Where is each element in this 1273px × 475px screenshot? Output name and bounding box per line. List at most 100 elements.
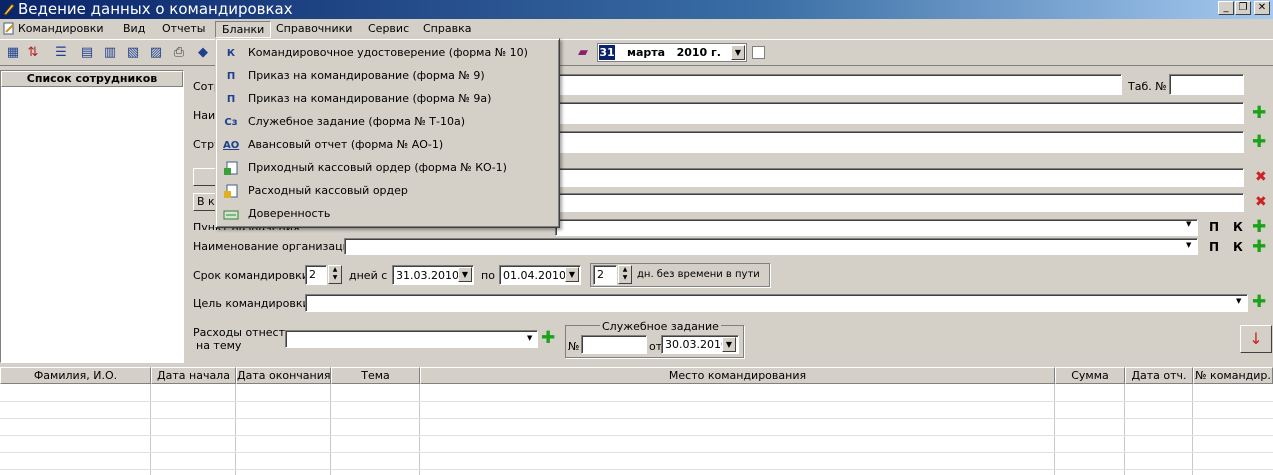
form-k-icon: К [226,48,236,59]
menu-vid[interactable]: Вид [117,21,151,38]
date-from-dropdown-icon[interactable]: ▼ [458,267,472,282]
tag-icon[interactable]: ◆ [194,44,212,62]
menu-item-travel-certificate[interactable]: К Командировочное удостоверение (форма №… [219,42,557,65]
destination-dropdown-icon[interactable]: ▼ [1186,220,1191,228]
menu-item-service-task[interactable]: Сз Служебное задание (форма № Т-10а) [219,111,557,134]
col-header-report-date[interactable]: Дата отч. [1125,367,1193,384]
org-label: Наименование организации [193,240,357,253]
menu-servis[interactable]: Сервис [362,21,415,38]
add-org-icon[interactable]: ✚ [1252,239,1266,256]
task-date-dropdown-icon[interactable]: ▼ [722,337,736,352]
destination-p-button[interactable]: П [1209,220,1219,234]
add-destination-icon[interactable]: ✚ [1252,219,1266,236]
menu-spravka[interactable]: Справка [417,21,477,38]
destination-k-button[interactable]: К [1233,220,1243,234]
date-to-dropdown-icon[interactable]: ▼ [565,267,579,282]
menu-item-label: Расходный кассовый ордер [248,184,408,197]
date-picker[interactable]: 31 марта 2010 г. ▼ [597,43,747,62]
grid-column [1125,384,1193,475]
menu-item-advance-report[interactable]: АО Авансовый отчет (форма № АО-1) [219,134,557,157]
grid-column [331,384,420,475]
menu-bar: Командировки Вид Отчеты Бланки Справочни… [0,19,1273,39]
grid-column [151,384,236,475]
col-header-start[interactable]: Дата начала [151,367,236,384]
col-header-trip-no[interactable]: № командир. [1193,367,1273,384]
expense-theme-field[interactable] [285,330,538,348]
org-k-button[interactable]: К [1233,240,1243,254]
print-icon[interactable]: ⎙ [170,44,188,62]
expense-label-1: Расходы отнести [193,326,293,339]
add-name-icon[interactable]: ✚ [1252,105,1266,122]
menu-item-order-9a[interactable]: П Приказ на командирование (форма № 9а) [219,88,557,111]
add-purpose-icon[interactable]: ✚ [1252,294,1266,311]
delete-icon-2[interactable]: ✖ [1255,195,1267,209]
duration-stepper[interactable]: ▲ ▼ [328,265,342,284]
destination-field[interactable] [555,219,1198,236]
days-no-travel-stepper[interactable]: ▲ ▼ [618,265,632,284]
task-no-label: № [568,340,580,353]
menu-item-receipt-order[interactable]: Приходный кассовый ордер (форма № КО-1) [219,157,557,180]
structure-field[interactable] [555,131,1244,153]
col-header-place[interactable]: Место командирования [420,367,1055,384]
menu-item-order-9[interactable]: П Приказ на командирование (форма № 9) [219,65,557,88]
duration-days-field[interactable]: 2 [305,265,327,285]
org-p-button[interactable]: П [1209,240,1219,254]
arrow-down-button[interactable]: ↓ [1240,325,1272,353]
find-icon[interactable]: ▨ [147,44,165,62]
grid-row-line [0,452,1273,453]
window-title: Ведение данных о командировках [18,0,293,18]
add-structure-icon[interactable]: ✚ [1252,134,1266,151]
form-sz-icon: Сз [224,117,238,128]
tab-number-field[interactable] [1169,74,1244,95]
days-no-travel-field[interactable]: 2 [593,265,617,285]
preview-icon[interactable]: ▤ [78,44,96,62]
name-field[interactable] [555,102,1244,124]
minimize-button[interactable]: _ [1218,1,1234,15]
grid-column [1055,384,1125,475]
tab-number-label: Таб. № [1128,80,1167,93]
col-header-sum[interactable]: Сумма [1055,367,1125,384]
small-button[interactable] [193,168,217,186]
zoom-page-icon[interactable]: ▧ [124,44,142,62]
field-row4[interactable] [555,168,1244,187]
grid-row-line [0,418,1273,419]
purpose-field[interactable] [305,294,1248,312]
close-button[interactable]: ✕ [1254,1,1270,15]
menu-item-label: Командировочное удостоверение (форма № 1… [248,46,528,59]
book-icon[interactable]: ▰ [574,44,592,62]
menu-komandirovki[interactable]: Командировки [12,21,110,38]
delete-icon[interactable]: ✖ [1255,170,1267,184]
purpose-label: Цель командировки [193,297,310,310]
expense-dropdown-icon[interactable]: ▼ [527,334,532,342]
new-record-icon[interactable]: ▦ [4,44,22,62]
days-from-label: дней с [349,269,388,282]
purpose-dropdown-icon[interactable]: ▼ [1236,297,1241,305]
restore-button[interactable]: ❐ [1235,1,1251,15]
report-icon[interactable]: ▥ [101,44,119,62]
days-no-travel-label: дн. без времени в пути [637,269,760,280]
date-checkbox[interactable] [752,46,765,59]
menu-spravochniki[interactable]: Справочники [270,21,358,38]
col-header-end[interactable]: Дата окончания [236,367,331,384]
list-icon[interactable]: ☰ [52,44,70,62]
form-p-icon: П [226,71,236,82]
add-expense-icon[interactable]: ✚ [541,330,555,347]
app-icon [2,2,16,16]
menu-blanki[interactable]: Бланки [215,21,272,38]
sort-icon[interactable]: ⇅ [24,44,42,62]
org-field[interactable] [344,238,1198,255]
blanks-dropdown-menu: К Командировочное удостоверение (форма №… [215,38,560,228]
col-header-name[interactable]: Фамилия, И.О. [0,367,151,384]
col-header-theme[interactable]: Тема [331,367,420,384]
task-no-field[interactable] [581,335,647,354]
employee-list-panel[interactable]: Список сотрудников [0,70,184,363]
menu-item-power-of-attorney[interactable]: Доверенность [219,203,557,226]
chevron-down-icon[interactable]: ▼ [731,45,745,60]
menu-otchety[interactable]: Отчеты [156,21,211,38]
employee-field[interactable] [555,74,1122,95]
trips-grid[interactable]: Фамилия, И.О. Дата начала Дата окончания… [0,367,1273,475]
field-row5[interactable] [555,193,1244,212]
menu-item-expense-order[interactable]: Расходный кассовый ордер [219,180,557,203]
org-dropdown-icon[interactable]: ▼ [1186,241,1191,249]
expense-label-2: на тему [196,339,242,352]
